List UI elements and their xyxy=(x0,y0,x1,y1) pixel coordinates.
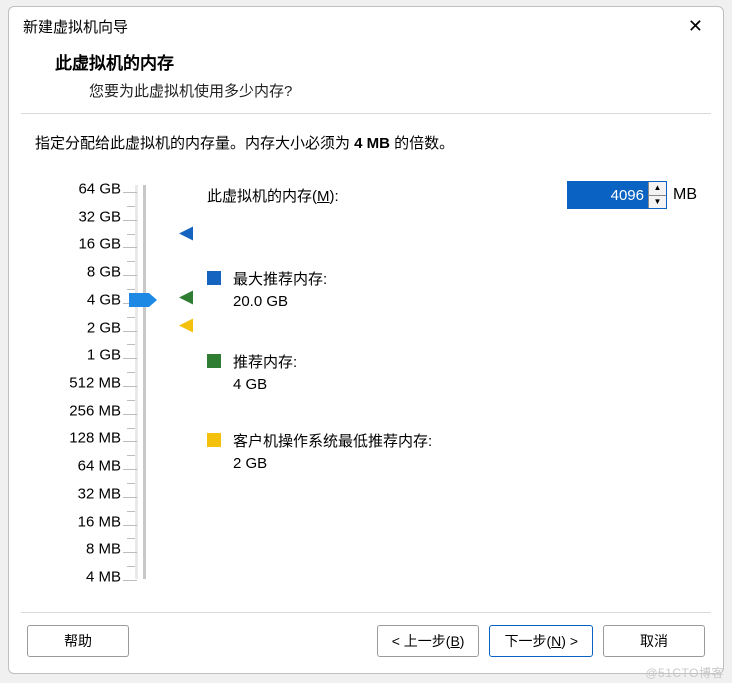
cancel-button[interactable]: 取消 xyxy=(603,625,705,657)
memory-input-label: 此虚拟机的内存(M): xyxy=(207,185,339,206)
slider-groove xyxy=(135,185,138,579)
max-recommended-block: 最大推荐内存: 20.0 GB xyxy=(207,268,327,310)
slider-tick: 64 MB xyxy=(78,458,121,475)
slider-thumb[interactable] xyxy=(129,293,157,307)
back-button[interactable]: < 上一步(B) xyxy=(377,625,480,657)
square-icon xyxy=(207,271,221,285)
page-title: 此虚拟机的内存 xyxy=(55,49,693,74)
help-button[interactable]: 帮助 xyxy=(27,625,129,657)
memory-unit: MB xyxy=(673,186,697,204)
slider-track[interactable] xyxy=(143,185,146,579)
wizard-body: 指定分配给此虚拟机的内存量。内存大小必须为 4 MB 的倍数。 64 GB 32 … xyxy=(9,114,723,612)
slider-tick: 128 MB xyxy=(69,430,121,447)
next-button[interactable]: 下一步(N) > xyxy=(489,625,593,657)
memory-input[interactable] xyxy=(568,182,648,208)
slider-tick: 32 GB xyxy=(78,208,121,225)
recommended-block: 推荐内存: 4 GB xyxy=(207,351,297,393)
memory-spinbox[interactable]: ▲ ▼ xyxy=(567,181,667,209)
slider-tick: 512 MB xyxy=(69,375,121,392)
slider-tick: 64 GB xyxy=(78,181,121,198)
slider-tick: 256 MB xyxy=(69,402,121,419)
wizard-footer: 帮助 < 上一步(B) 下一步(N) > 取消 xyxy=(9,613,723,673)
page-subtitle: 您要为此虚拟机使用多少内存? xyxy=(89,80,693,101)
recommended-memory-marker-icon xyxy=(177,290,193,309)
spin-down-icon[interactable]: ▼ xyxy=(649,196,666,209)
slider-tick: 4 GB xyxy=(87,291,121,308)
slider-tick: 16 MB xyxy=(78,513,121,530)
instruction-text: 指定分配给此虚拟机的内存量。内存大小必须为 4 MB 的倍数。 xyxy=(35,132,697,153)
slider-tick: 8 MB xyxy=(86,541,121,558)
slider-tick: 2 GB xyxy=(87,319,121,336)
window-title: 新建虚拟机向导 xyxy=(23,16,682,37)
memory-area: 64 GB 32 GB 16 GB 8 GB 4 GB 2 GB 1 GB 512 MB 256… xyxy=(35,181,697,591)
watermark: @51CTO博客 xyxy=(645,664,724,681)
slider-tick: 4 MB xyxy=(86,569,121,586)
slider-tick: 8 GB xyxy=(87,264,121,281)
wizard-dialog: 新建虚拟机向导 ✕ 此虚拟机的内存 您要为此虚拟机使用多少内存? 指定分配给此虚… xyxy=(8,6,724,674)
memory-input-row: 此虚拟机的内存(M): ▲ ▼ MB xyxy=(207,181,697,209)
min-memory-marker-icon xyxy=(177,318,193,337)
spin-up-icon[interactable]: ▲ xyxy=(649,182,666,196)
slider-tick: 32 MB xyxy=(78,485,121,502)
titlebar: 新建虚拟机向导 ✕ xyxy=(9,7,723,43)
min-recommended-block: 客户机操作系统最低推荐内存: 2 GB xyxy=(207,430,432,472)
square-icon xyxy=(207,433,221,447)
square-icon xyxy=(207,354,221,368)
slider-tick: 1 GB xyxy=(87,347,121,364)
slider-tick: 16 GB xyxy=(78,236,121,253)
close-icon[interactable]: ✕ xyxy=(682,13,709,39)
max-memory-marker-icon xyxy=(177,226,193,245)
wizard-header: 此虚拟机的内存 您要为此虚拟机使用多少内存? xyxy=(9,43,723,113)
